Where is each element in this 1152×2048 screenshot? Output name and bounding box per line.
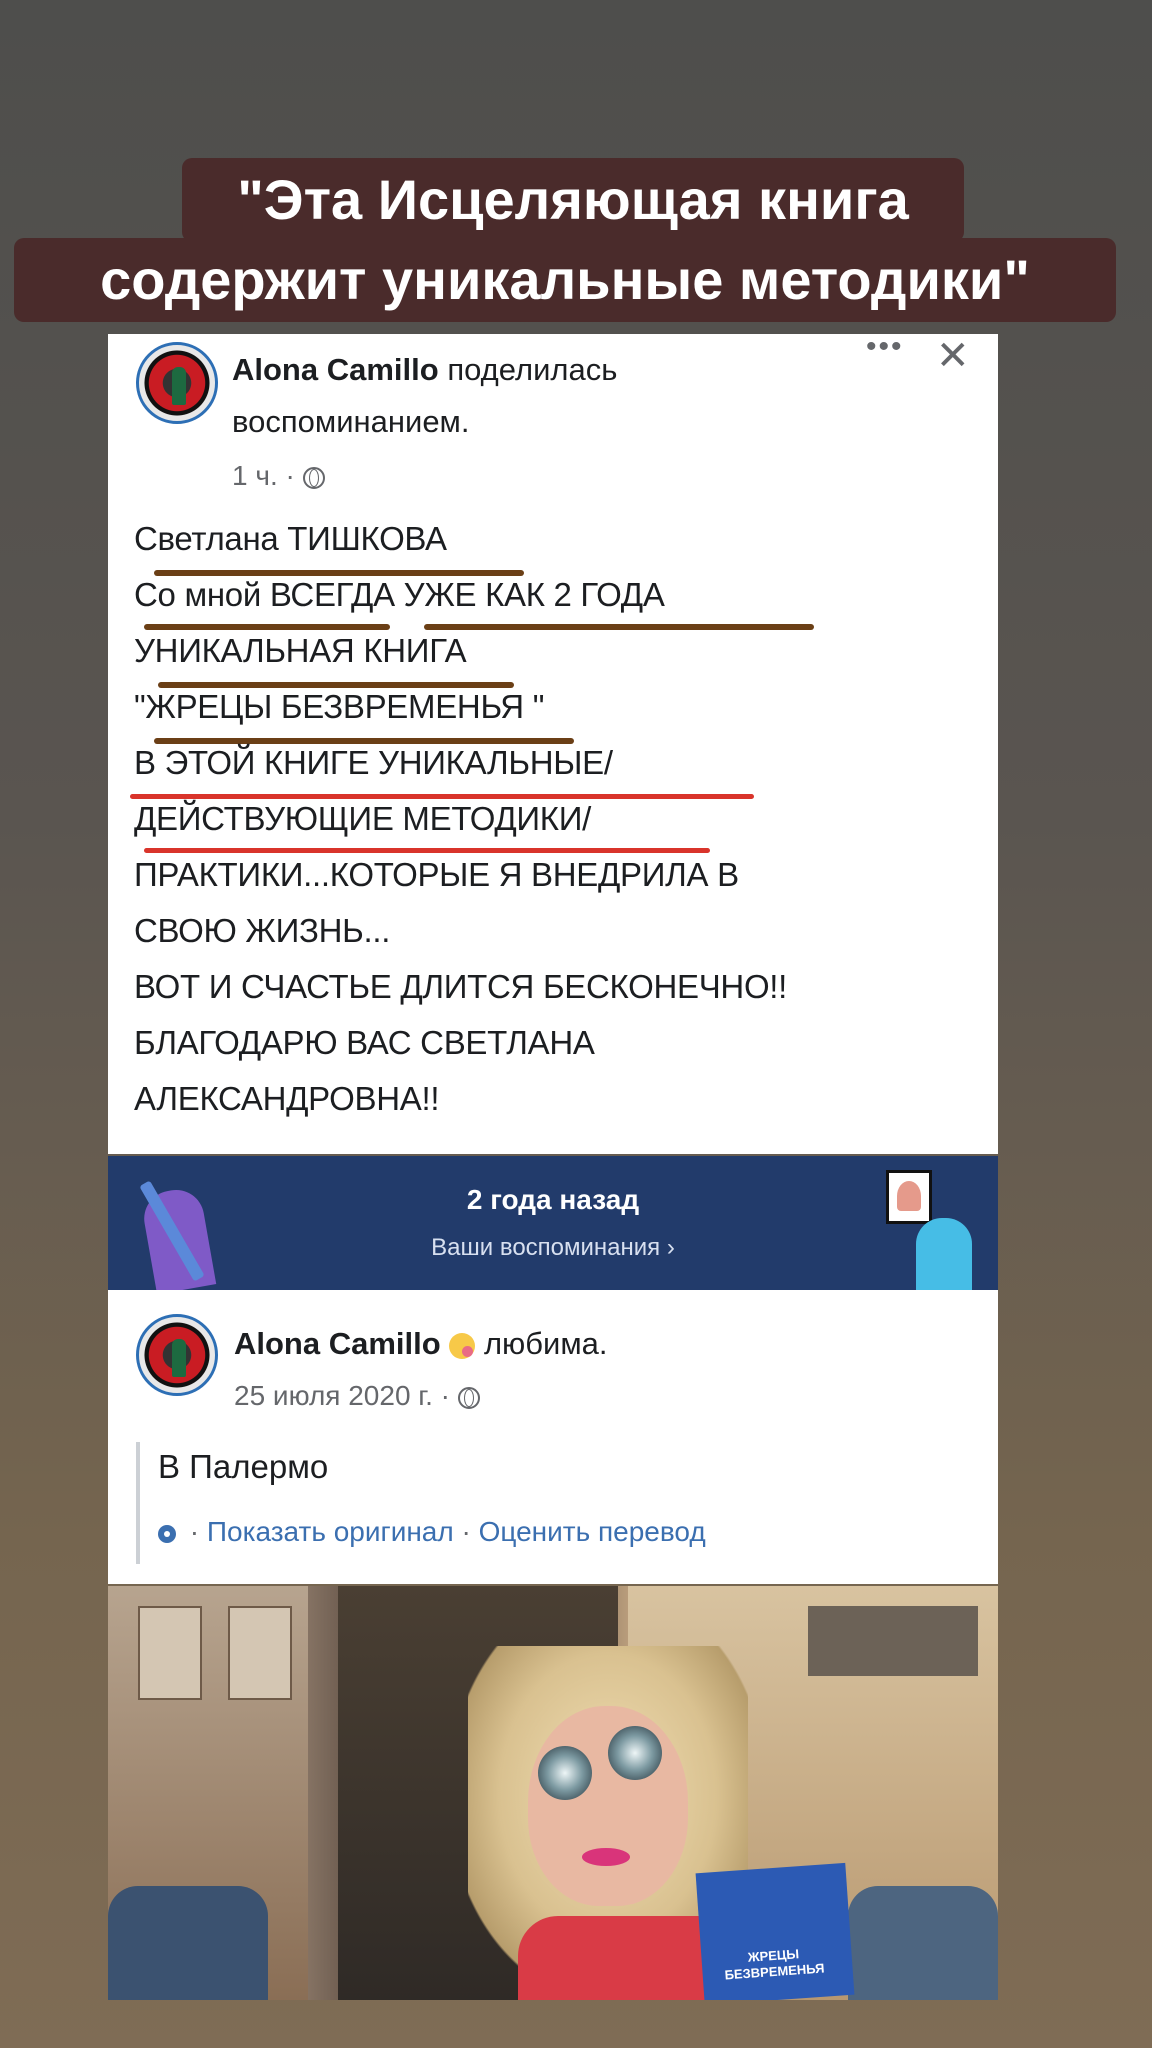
- car-left: [108, 1886, 268, 2000]
- post-date[interactable]: 25 июля 2020 г. ·: [234, 1380, 450, 1411]
- sunglasses-lens-right: [608, 1726, 662, 1780]
- author-avatar[interactable]: [136, 1314, 218, 1396]
- separator: ·: [453, 1516, 479, 1547]
- avatar-figure: [172, 367, 186, 405]
- window: [228, 1606, 292, 1700]
- post-body-line-11: АЛЕКСАНДРОВНА!!: [134, 1080, 440, 1117]
- post-meta: 25 июля 2020 г. ·: [234, 1380, 480, 1412]
- memories-title: 2 года назад: [466, 1184, 640, 1215]
- show-original-link[interactable]: Показать оригинал: [207, 1516, 454, 1547]
- rate-translation-link[interactable]: Оценить перевод: [479, 1516, 706, 1547]
- car-right: [848, 1886, 998, 2000]
- sunglasses-lens-left: [538, 1746, 592, 1800]
- underline-2b: [424, 624, 814, 630]
- post-body-line-2: Со мной ВСЕГДА УЖЕ КАК 2 ГОДА: [134, 576, 665, 613]
- post-header: Alona Camillo поделилась: [232, 352, 617, 388]
- post-body-line-3: УНИКАЛЬНАЯ КНИГА: [134, 632, 467, 669]
- photo-frame-icon: [886, 1170, 932, 1224]
- window: [138, 1606, 202, 1700]
- post-body-line-10: БЛАГОДАРЮ ВАС СВЕТЛАНА: [134, 1024, 595, 1061]
- post-header: Alona Camillo любима.: [234, 1326, 608, 1362]
- post-body-line-4: "ЖРЕЦЫ БЕЗВРЕМЕНЬЯ ": [134, 688, 545, 725]
- more-icon[interactable]: •••: [866, 330, 904, 364]
- post-action-text: поделилась: [447, 352, 618, 387]
- post-meta: 1 ч. ·: [232, 460, 325, 492]
- avatar-figure: [172, 1339, 186, 1377]
- author-name[interactable]: Alona Camillo: [234, 1326, 441, 1361]
- post-body-line-7: ПРАКТИКИ...КОТОРЫЕ Я ВНЕДРИЛА В: [134, 856, 739, 893]
- gear-icon: [158, 1524, 176, 1543]
- underline-5: [130, 794, 754, 799]
- balcony: [808, 1606, 978, 1676]
- woman-face: [528, 1706, 688, 1906]
- story-caption-line-1: "Эта Исцеляющая книга: [182, 158, 964, 242]
- memories-banner[interactable]: 2 года назад Ваши воспоминания ›: [108, 1156, 998, 1295]
- close-icon[interactable]: ✕: [936, 336, 970, 376]
- post-body-line-6: ДЕЙСТВУЮЩИЕ МЕТОДИКИ/: [134, 800, 592, 837]
- author-avatar[interactable]: [136, 342, 218, 424]
- memories-link[interactable]: Ваши воспоминания ›: [108, 1234, 998, 1262]
- post-body-line-5: В ЭТОЙ КНИГЕ УНИКАЛЬНЫЕ/: [134, 744, 613, 781]
- globe-icon: [457, 1386, 480, 1409]
- woman-lips: [582, 1848, 630, 1866]
- post-text: В Палермо: [158, 1448, 329, 1485]
- separator: ·: [182, 1516, 207, 1547]
- post-body-line-9: ВОТ И СЧАСТЬЕ ДЛИТСЯ БЕСКОНЕЧНО!!: [134, 968, 788, 1005]
- post-body-line-1: Светлана ТИШКОВА: [134, 520, 447, 557]
- author-name[interactable]: Alona Camillo: [232, 352, 439, 387]
- translation-controls: · Показать оригинал · Оценить перевод: [158, 1516, 706, 1548]
- shared-memory-post: Alona Camillo поделилась воспоминанием. …: [108, 330, 998, 1295]
- post-body-line-8: СВОЮ ЖИЗНЬ...: [134, 912, 391, 949]
- underline-6: [144, 848, 710, 853]
- original-post: Alona Camillo любима. 25 июля 2020 г. · …: [108, 1290, 998, 1584]
- post-action-line2: воспоминанием.: [232, 404, 470, 439]
- hand-illustration-right: [916, 1218, 972, 1290]
- story-caption-line-2: содержит уникальные методики": [14, 238, 1116, 322]
- post-time[interactable]: 1 ч. ·: [232, 460, 295, 491]
- underline-2a: [144, 624, 390, 630]
- feeling-text: любима.: [483, 1326, 608, 1361]
- post-photo[interactable]: ЖРЕЦЫ БЕЗВРЕМЕНЬЯ: [108, 1586, 998, 2000]
- globe-icon: [302, 466, 325, 489]
- translation-indicator-bar: [136, 1442, 140, 1564]
- feeling-emoji-icon: [449, 1332, 476, 1359]
